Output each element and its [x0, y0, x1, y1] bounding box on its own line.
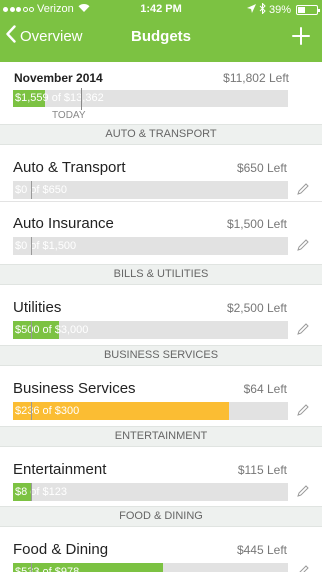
- summary-progress-bar: $1,559 of $13,362: [13, 90, 288, 107]
- budget-name: Auto & Transport: [13, 159, 126, 176]
- budget-progress-bar: $0 of $650: [13, 181, 288, 199]
- budget-progress-text: $500 of $3,000: [15, 324, 89, 336]
- back-label: Overview: [20, 27, 83, 45]
- budget-name: Business Services: [13, 380, 136, 397]
- budget-remaining: $2,500 Left: [226, 301, 287, 315]
- budget-progress-text: $533 of $978: [15, 566, 80, 572]
- today-tick: [31, 402, 33, 420]
- add-budget-button[interactable]: [292, 21, 310, 50]
- budget-progress-bar: $236 of $300: [13, 402, 288, 420]
- status-bar: Verizon 1:42 PM 39%: [0, 0, 322, 18]
- bluetooth-icon: [259, 2, 266, 17]
- budget-progress-text: $8 of $123: [15, 486, 67, 498]
- budget-remaining: $445 Left: [236, 543, 287, 557]
- budget-remaining: $650 Left: [236, 161, 287, 175]
- nav-bar: Overview Budgets: [0, 20, 322, 54]
- today-label: TODAY: [52, 110, 86, 121]
- battery-icon: [296, 5, 320, 15]
- section-header: BUSINESS SERVICES: [0, 345, 322, 366]
- section-header: FOOD & DINING: [0, 506, 322, 527]
- budget-row[interactable]: Auto Insurance $1,500 Left $0 of $1,500: [0, 202, 322, 258]
- row-divider: [0, 201, 322, 202]
- budget-remaining: $64 Left: [243, 382, 287, 396]
- today-tick: [31, 237, 33, 255]
- budget-name: Entertainment: [13, 461, 107, 478]
- back-button[interactable]: Overview: [6, 25, 83, 47]
- status-right: 39%: [246, 2, 320, 17]
- budget-progress-bar: $0 of $1,500: [13, 237, 288, 255]
- budget-remaining: $115 Left: [237, 463, 287, 477]
- app-header: Verizon 1:42 PM 39% Overview Budgets: [0, 0, 322, 62]
- budget-row[interactable]: Auto & Transport $650 Left $0 of $650: [0, 146, 322, 202]
- budget-progress-text: $0 of $650: [15, 184, 67, 196]
- budget-progress-bar: $8 of $123: [13, 483, 288, 501]
- summary-progress-text: $1,559 of $13,362: [15, 92, 104, 104]
- budget-row[interactable]: Utilities $2,500 Left $500 of $3,000: [0, 286, 322, 342]
- today-tick: [31, 563, 33, 572]
- pencil-icon[interactable]: [296, 564, 310, 572]
- pencil-icon[interactable]: [296, 238, 310, 252]
- budget-row[interactable]: Business Services $64 Left $236 of $300: [0, 367, 322, 423]
- today-tick: [31, 483, 33, 501]
- pencil-icon[interactable]: [296, 484, 310, 498]
- budget-name: Food & Dining: [13, 541, 109, 558]
- section-header: ENTERTAINMENT: [0, 426, 322, 447]
- summary-month: November 2014: [14, 71, 103, 85]
- today-tick: [31, 321, 33, 339]
- month-summary[interactable]: November 2014 $11,802 Left $1,559 of $13…: [0, 62, 322, 124]
- today-tick: [31, 181, 33, 199]
- budget-row[interactable]: Entertainment $115 Left $8 of $123: [0, 448, 322, 504]
- budget-remaining: $1,500 Left: [226, 217, 287, 231]
- location-arrow-icon: [246, 4, 256, 16]
- budget-progress-text: $0 of $1,500: [15, 240, 77, 252]
- budget-row[interactable]: Food & Dining $445 Left $533 of $978: [0, 528, 322, 572]
- chevron-left-icon: [6, 25, 16, 47]
- battery-percent: 39%: [268, 4, 291, 16]
- budget-progress-bar: $500 of $3,000: [13, 321, 288, 339]
- summary-remaining: $11,802 Left: [223, 71, 289, 85]
- section-header: AUTO & TRANSPORT: [0, 124, 322, 145]
- budget-name: Utilities: [13, 299, 62, 316]
- budget-name: Auto Insurance: [13, 215, 114, 232]
- pencil-icon[interactable]: [296, 182, 310, 196]
- pencil-icon[interactable]: [296, 403, 310, 417]
- budget-progress-bar: $533 of $978: [13, 563, 288, 572]
- section-header: BILLS & UTILITIES: [0, 264, 322, 285]
- plus-icon: [292, 27, 310, 45]
- today-marker: [81, 88, 83, 110]
- battery-level: [298, 7, 306, 13]
- budget-progress-text: $236 of $300: [15, 405, 80, 417]
- pencil-icon[interactable]: [296, 322, 310, 336]
